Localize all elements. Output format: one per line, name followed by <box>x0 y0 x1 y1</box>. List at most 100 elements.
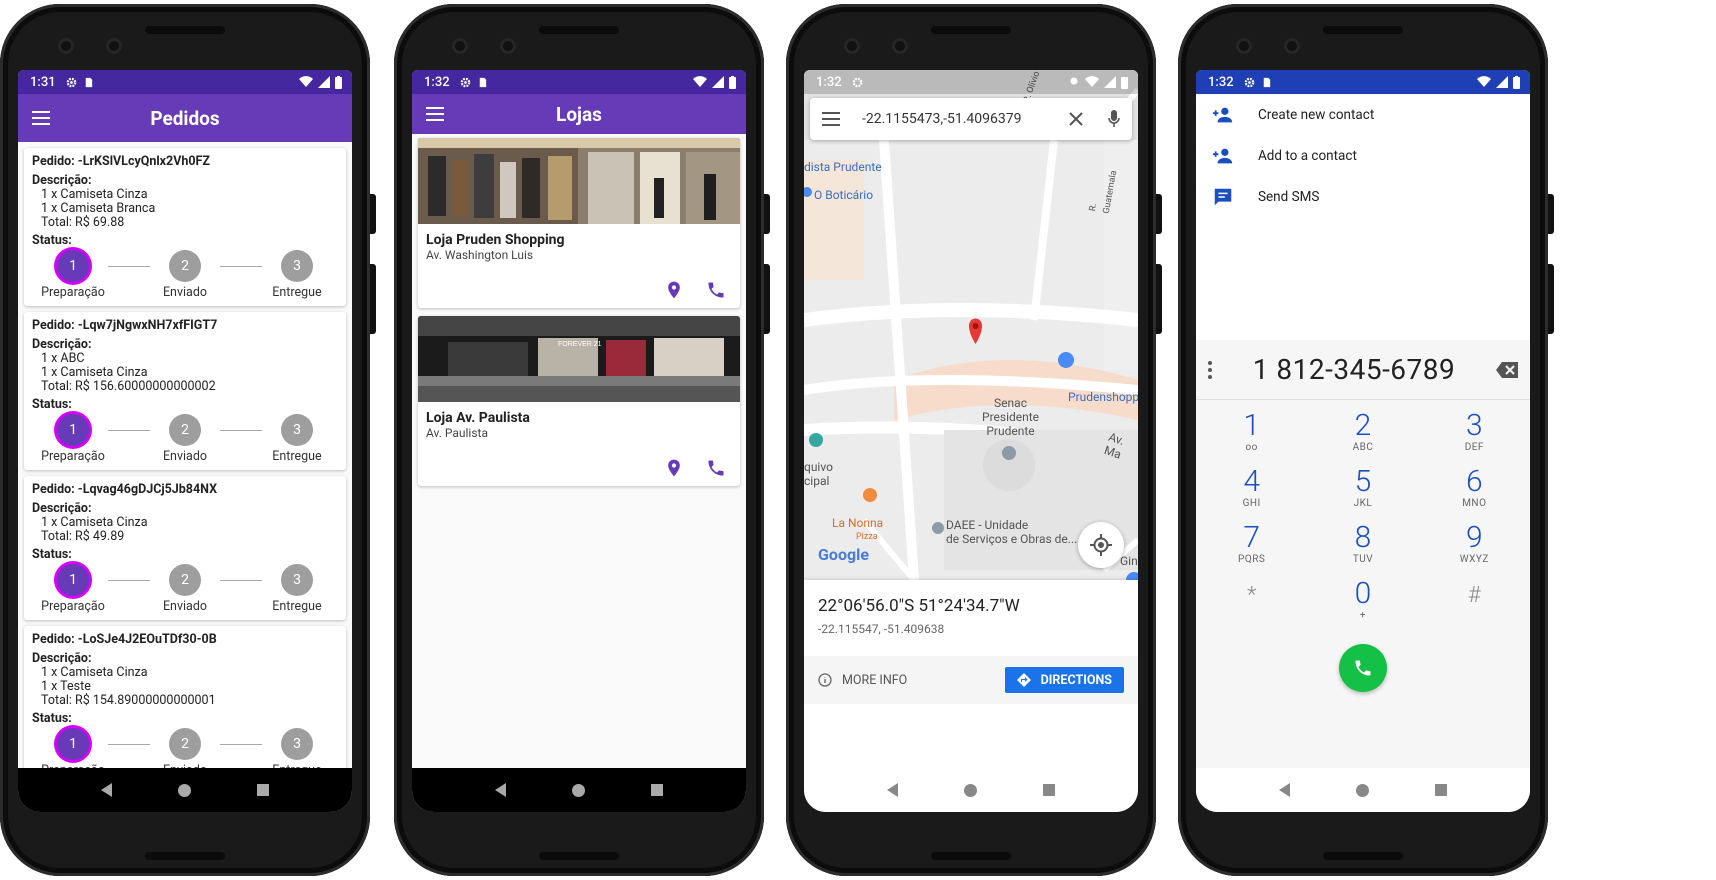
back-icon[interactable] <box>1279 783 1290 797</box>
phone-icon[interactable] <box>706 458 726 478</box>
key-3[interactable]: 3 DEF <box>1419 410 1530 460</box>
settings-icon <box>1244 77 1254 87</box>
map-view[interactable]: dista Prudente O Boticário R. Guatemala … <box>804 70 1138 580</box>
more-info-button[interactable]: MORE INFO <box>818 673 907 688</box>
map-label: Gina <box>1120 554 1138 568</box>
front-camera <box>452 38 468 54</box>
earpiece <box>931 26 1011 34</box>
step-label: Preparação <box>41 599 105 614</box>
key-star[interactable]: * <box>1196 578 1307 628</box>
location-pin-icon[interactable] <box>664 280 684 300</box>
recents-icon[interactable] <box>257 784 269 796</box>
status-step: 3 Entregue <box>262 414 332 464</box>
nav-bar <box>804 768 1138 812</box>
key-0[interactable]: 0 + <box>1307 578 1418 628</box>
home-icon[interactable] <box>572 783 585 797</box>
status-step: 1 Preparação <box>38 414 108 464</box>
bottom-speaker <box>145 852 225 860</box>
back-icon[interactable] <box>495 783 506 797</box>
description-label: Descrição: <box>32 651 92 666</box>
battery-icon <box>1121 76 1128 89</box>
send-sms-option[interactable]: Send SMS <box>1196 176 1530 217</box>
back-icon[interactable] <box>101 783 112 797</box>
bottom-speaker <box>931 852 1011 860</box>
backspace-icon[interactable] <box>1496 361 1518 378</box>
recents-icon[interactable] <box>1043 784 1055 796</box>
front-sensor <box>106 38 122 54</box>
message-icon <box>1214 188 1232 205</box>
order-total: Total: R$ 154.89000000000001 <box>41 693 216 708</box>
location-pin-icon[interactable] <box>664 458 684 478</box>
signal-icon <box>712 76 724 88</box>
key-8[interactable]: 8 TUV <box>1307 522 1418 572</box>
description-label: Descrição: <box>32 337 92 352</box>
home-icon[interactable] <box>178 783 191 797</box>
order-card[interactable]: Pedido: -LrKSlVLcyQnlx2Vh0FZ Descrição: 1 … <box>24 148 346 306</box>
home-icon[interactable] <box>964 783 977 797</box>
key-digit: 3 <box>1466 408 1483 443</box>
phone-icon[interactable] <box>706 280 726 300</box>
menu-icon[interactable] <box>426 107 444 121</box>
step-circle: 2 <box>169 414 201 446</box>
key-1[interactable]: 1 oo <box>1196 410 1307 460</box>
menu-icon[interactable] <box>32 111 50 125</box>
key-letters: GHI <box>1242 498 1261 509</box>
key-6[interactable]: 6 MNO <box>1419 466 1530 516</box>
key-digit: 5 <box>1354 464 1372 499</box>
status-time: 1:32 <box>424 74 450 90</box>
step-circle: 1 <box>57 414 89 446</box>
step-circle: 2 <box>169 564 201 596</box>
key-4[interactable]: 4 GHI <box>1196 466 1307 516</box>
step-label: Entregue <box>272 285 322 300</box>
my-location-button[interactable] <box>1078 522 1124 568</box>
key-9[interactable]: 9 WXYZ <box>1419 522 1530 572</box>
more-info-label: MORE INFO <box>842 672 908 688</box>
key-7[interactable]: 7 PQRS <box>1196 522 1307 572</box>
back-icon[interactable] <box>887 783 898 797</box>
option-label: Add to a contact <box>1258 147 1357 164</box>
recents-icon[interactable] <box>651 784 663 796</box>
volume-button <box>764 264 770 334</box>
key-letters: JKL <box>1353 498 1373 509</box>
order-item: 1 x Camiseta Cinza <box>41 187 148 202</box>
microphone-icon[interactable] <box>1108 110 1120 128</box>
battery-icon <box>335 75 342 89</box>
description-label: Descrição: <box>32 173 92 188</box>
pedidos-screen: 1:31 Pedidos Pedido: -LrKSlVLcyQnlx2Vh0F… <box>18 70 352 812</box>
key-pound[interactable]: # <box>1419 578 1530 628</box>
menu-icon[interactable] <box>822 112 840 126</box>
step-circle: 1 <box>57 250 89 282</box>
map-label: Senac Presidente Prudente <box>982 396 1040 438</box>
search-bar[interactable]: -22.1155473,-51.4096379 <box>810 98 1132 140</box>
order-card[interactable]: Pedido: -Lqw7jNgwxNH7xfFIGT7 Descrição: 1 … <box>24 312 346 470</box>
dialer-screen: 1:32 Create new contact Add to a contact… <box>1196 70 1530 812</box>
store-name: Loja Pruden Shopping <box>426 232 565 248</box>
phone-icon <box>1355 660 1371 676</box>
dialed-number[interactable]: 1 812-345-6789 <box>1212 353 1496 386</box>
create-contact-option[interactable]: Create new contact <box>1196 94 1530 135</box>
order-card[interactable]: Pedido: -Lqvag46gDJCj5Jb84NX Descrição: 1 … <box>24 476 346 620</box>
order-item: 1 x Camiseta Cinza <box>41 665 148 680</box>
key-2[interactable]: 2 ABC <box>1307 410 1418 460</box>
front-sensor <box>892 38 908 54</box>
call-button[interactable] <box>1339 644 1387 692</box>
map-label: DAEE - Unidade de Serviços e Obras de... <box>946 518 1078 546</box>
status-stepper: 1 Preparação 2 Enviado 3 Entregue <box>32 412 338 464</box>
step-connector <box>220 744 262 745</box>
key-5[interactable]: 5 JKL <box>1307 466 1418 516</box>
close-icon[interactable] <box>1068 111 1084 127</box>
directions-button[interactable]: DIRECTIONS <box>1004 667 1124 693</box>
order-card[interactable]: Pedido: -LoSJe4J2EOuTDf30-0B Descrição: 1 … <box>24 626 346 784</box>
person-add-icon <box>1212 148 1233 163</box>
home-icon[interactable] <box>1356 783 1369 797</box>
step-label: Enviado <box>162 599 208 614</box>
museum-icon <box>809 433 823 447</box>
power-button <box>1548 194 1554 234</box>
step-circle: 3 <box>281 414 313 446</box>
store-card[interactable]: FOREVER 21 Loja Av. Paulista Av. Paulist… <box>418 316 740 486</box>
add-to-contact-option[interactable]: Add to a contact <box>1196 135 1530 176</box>
search-input[interactable]: -22.1155473,-51.4096379 <box>862 111 1068 127</box>
store-card[interactable]: Loja Pruden Shopping Av. Washington Luis <box>418 138 740 308</box>
recents-icon[interactable] <box>1435 784 1447 796</box>
key-letters: TUV <box>1352 554 1374 565</box>
